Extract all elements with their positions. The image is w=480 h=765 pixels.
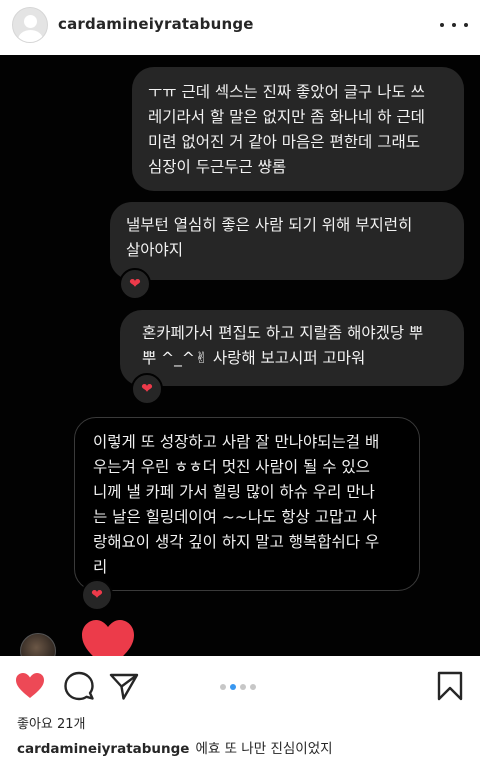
post-caption: cardamineiyratabunge 에효 또 나만 진심이었지: [17, 737, 333, 757]
heart-icon[interactable]: [14, 670, 46, 702]
heart-reaction-icon: ❤: [81, 579, 113, 611]
comment-icon[interactable]: [63, 670, 95, 702]
likes-count[interactable]: 좋아요 21개: [17, 713, 86, 732]
post-username[interactable]: cardamineiyratabunge: [58, 15, 254, 33]
paper-plane-icon[interactable]: [108, 670, 140, 702]
more-dots-icon[interactable]: [440, 18, 468, 32]
action-bar: [0, 660, 480, 710]
chat-message: 낼부턴 열심히 좋은 사람 되기 위해 부지런히 살아야지: [110, 202, 464, 280]
bookmark-icon[interactable]: [434, 670, 466, 702]
chat-message: 혼카페가서 편집도 하고 지랄좀 해야겠당 뿌 뿌 ^_^✌ 사랑해 보고시퍼 …: [120, 310, 464, 386]
caption-username[interactable]: cardamineiyratabunge: [17, 741, 189, 757]
chat-message: 이렇게 또 성장하고 사람 잘 만나야되는걸 배 우는겨 우린 ㅎㅎ더 멋진 사…: [74, 417, 420, 591]
caption-text: 에효 또 나만 진심이었지: [195, 741, 333, 757]
chat-message: ㅜㅠ 근데 섹스는 진짜 좋았어 글구 나도 쓰 레기라서 할 말은 없지만 좀…: [132, 67, 464, 191]
sender-avatar: [20, 633, 56, 656]
heart-sticker-icon: [82, 620, 134, 656]
avatar[interactable]: [12, 7, 48, 43]
heart-reaction-icon: ❤: [131, 373, 163, 405]
heart-reaction-icon: ❤: [119, 268, 151, 300]
carousel-indicator: [220, 684, 256, 690]
post-header: cardamineiyratabunge: [0, 0, 480, 54]
post-image: ㅜㅠ 근데 섹스는 진짜 좋았어 글구 나도 쓰 레기라서 할 말은 없지만 좀…: [0, 55, 480, 656]
